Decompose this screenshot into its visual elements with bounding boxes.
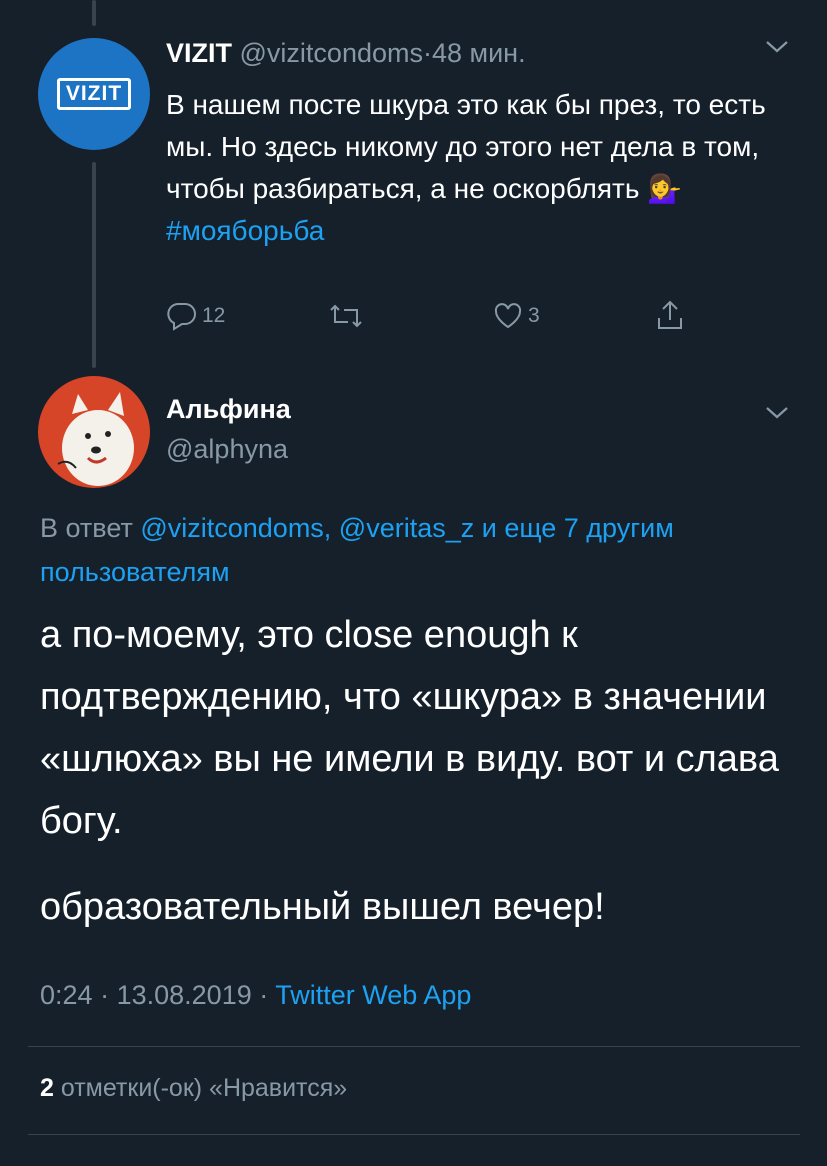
likes-count: 2 bbox=[40, 1074, 54, 1102]
vizit-logo: VIZIT bbox=[56, 78, 132, 110]
reply-context: В ответ @vizitcondoms, @veritas_z и еще … bbox=[40, 506, 780, 594]
chevron-down-icon[interactable] bbox=[764, 404, 790, 427]
tweet1-handle[interactable]: @vizitcondoms bbox=[240, 38, 423, 68]
reply-targets[interactable]: @vizitcondoms, @veritas_z и еще 7 другим… bbox=[40, 513, 674, 587]
likes-summary[interactable]: 2 отметки(-ок) «Нравится» bbox=[40, 1074, 347, 1103]
thread-line-top bbox=[92, 0, 96, 26]
share-icon bbox=[654, 298, 686, 332]
like-icon bbox=[492, 300, 524, 332]
reply-prefix: В ответ bbox=[40, 513, 133, 543]
avatar-alphyna[interactable] bbox=[38, 376, 150, 488]
tweet1-time[interactable]: 48 мин. bbox=[432, 38, 526, 68]
thread-line-bottom bbox=[92, 162, 96, 368]
tweet2-paragraph-2: образовательный вышел вечер! bbox=[40, 886, 605, 928]
tweet2-time[interactable]: 0:24 bbox=[40, 980, 93, 1010]
reply-icon bbox=[166, 300, 198, 332]
dog-avatar-image bbox=[57, 392, 134, 486]
tweet1-body: В нашем посте шкура это как бы през, то … bbox=[166, 89, 766, 204]
tweet2-body: а по-моему, это close enough к подтвержд… bbox=[40, 604, 800, 938]
divider bbox=[28, 1134, 800, 1135]
like-button[interactable]: 3 bbox=[492, 300, 540, 332]
tweet2-handle[interactable]: @alphyna bbox=[166, 434, 288, 465]
tweet1-header: VIZIT @vizitcondoms·48 мин. bbox=[166, 38, 526, 69]
tweet2-separator-1: · bbox=[100, 980, 110, 1010]
tweet1-separator: · bbox=[422, 38, 432, 68]
reply-count: 12 bbox=[202, 304, 226, 327]
like-count: 3 bbox=[528, 304, 540, 327]
tweet2-meta: 0:24 · 13.08.2019 · Twitter Web App bbox=[40, 980, 471, 1011]
retweet-button[interactable] bbox=[328, 300, 364, 332]
tweet1-text: В нашем посте шкура это как бы през, то … bbox=[166, 84, 776, 252]
tweet1-name[interactable]: VIZIT bbox=[166, 38, 232, 68]
tweet1-actions: 12 3 bbox=[166, 298, 726, 334]
tweet2-source[interactable]: Twitter Web App bbox=[275, 980, 471, 1010]
chevron-down-icon[interactable] bbox=[764, 38, 790, 61]
likes-label: отметки(-ок) «Нравится» bbox=[60, 1074, 348, 1102]
retweet-icon bbox=[328, 300, 364, 332]
tweet2-date[interactable]: 13.08.2019 bbox=[117, 980, 252, 1010]
tweet2-separator-2: · bbox=[259, 980, 269, 1010]
divider bbox=[28, 1046, 800, 1047]
tweet2-paragraph-1: а по-моему, это close enough к подтвержд… bbox=[40, 614, 779, 842]
reply-button[interactable]: 12 bbox=[166, 300, 225, 332]
tweet1-hashtag[interactable]: #мояборьба bbox=[166, 215, 324, 246]
share-button[interactable] bbox=[654, 298, 686, 332]
avatar-vizit[interactable]: VIZIT bbox=[38, 38, 150, 150]
tweet2-name[interactable]: Альфина bbox=[166, 394, 291, 425]
